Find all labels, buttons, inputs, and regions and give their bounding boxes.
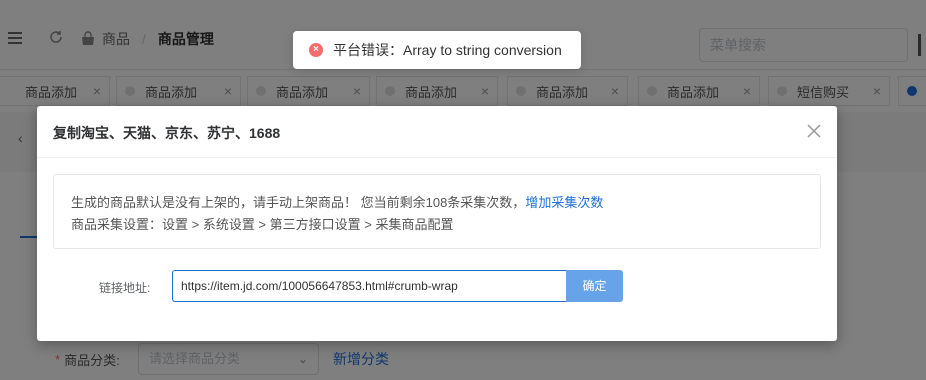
info-notice: 生成的商品默认是没有上架的，请手动上架商品！ 您当前剩余108条采集次数，增加采… (53, 174, 821, 249)
url-label: 链接地址: (99, 281, 151, 295)
info-text: 生成的商品默认是没有上架的，请手动上架商品！ 您当前剩余108条采集次数， (71, 195, 526, 210)
dialog-title: 复制淘宝、天猫、京东、苏宁、1688 (53, 125, 281, 141)
error-toast: × 平台错误：Array to string conversion (293, 31, 581, 69)
dialog-header: 复制淘宝、天猫、京东、苏宁、1688 (37, 106, 837, 158)
error-icon: × (309, 43, 323, 57)
toast-message: 平台错误：Array to string conversion (333, 42, 562, 58)
info-line-2: 商品采集设置：设置 > 系统设置 > 第三方接口设置 > 采集商品配置 (71, 217, 454, 232)
url-input[interactable]: https://item.jd.com/100056647853.html#cr… (172, 270, 566, 302)
copy-product-dialog: 复制淘宝、天猫、京东、苏宁、1688 生成的商品默认是没有上架的，请手动上架商品… (37, 106, 837, 341)
increase-quota-link[interactable]: 增加采集次数 (525, 195, 603, 210)
close-icon[interactable] (805, 122, 823, 140)
confirm-button[interactable]: 确定 (566, 270, 623, 302)
info-line-1: 生成的商品默认是没有上架的，请手动上架商品！ 您当前剩余108条采集次数，增加采… (71, 192, 803, 214)
